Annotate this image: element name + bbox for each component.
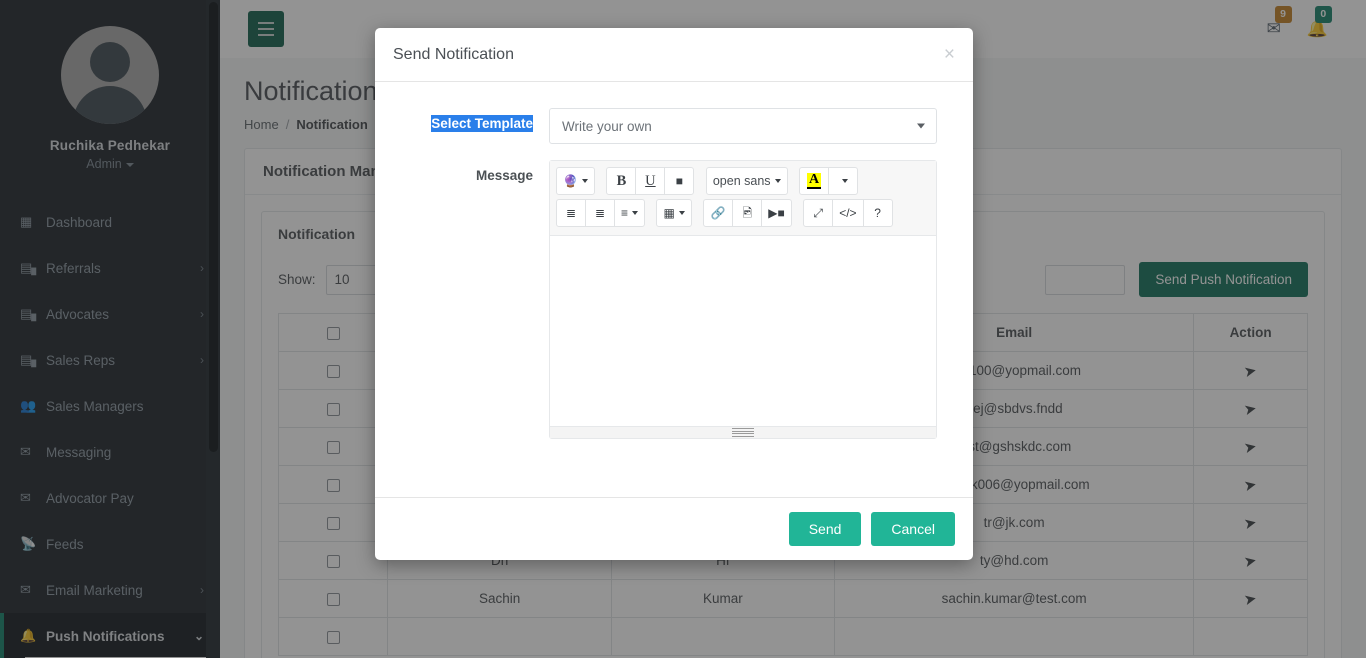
ordered-list-icon[interactable]: ≣: [585, 199, 615, 227]
modal-header: Send Notification ×: [375, 28, 973, 82]
toolbar-group-font-style: B U ■: [606, 167, 695, 195]
font-name-dropdown[interactable]: open sans: [705, 167, 788, 195]
message-label: Message: [475, 168, 533, 183]
app-root: Ruchika Pedhekar Admin ▦ Dashboard ▤▖ Re…: [0, 0, 1366, 658]
select-template-label-text: Select Template: [431, 115, 533, 132]
select-template-row: Select Template Write your own: [411, 108, 937, 144]
message-row: Message 🔮 B U ■ open sans A ≣ ≣ ≡ ▦ 🔗 🖻 …: [411, 160, 937, 439]
paragraph-align-icon[interactable]: ≡: [614, 199, 646, 227]
editor-resize-handle[interactable]: [550, 426, 936, 438]
unordered-list-icon[interactable]: ≣: [556, 199, 586, 227]
toolbar-group-color: A: [799, 167, 858, 195]
eraser-icon: ■: [675, 174, 684, 188]
send-notification-modal: Send Notification × Select Template Writ…: [375, 28, 973, 560]
recent-color-button[interactable]: A: [799, 167, 829, 195]
underline-button[interactable]: U: [635, 167, 666, 195]
chevron-down-icon: [917, 123, 925, 129]
picture-icon[interactable]: 🖻: [732, 199, 763, 227]
table-icon[interactable]: ▦: [656, 199, 692, 227]
font-color-icon: A: [806, 172, 822, 189]
bold-icon: B: [616, 172, 627, 189]
help-icon[interactable]: ?: [862, 199, 893, 227]
select-template-label: Select Template: [411, 115, 549, 132]
video-icon[interactable]: ▶■: [761, 199, 792, 227]
editor-toolbar: 🔮 B U ■ open sans A ≣ ≣ ≡ ▦ 🔗 🖻 ▶■ ⤢ </>…: [550, 161, 936, 236]
font-name-value: open sans: [712, 173, 771, 188]
toolbar-group-para: ≣ ≣ ≡: [556, 199, 646, 227]
fullscreen-icon[interactable]: ⤢: [803, 199, 834, 227]
select-template-control: Write your own: [549, 108, 937, 144]
magic-wand-icon[interactable]: 🔮: [556, 167, 595, 195]
message-editable-area[interactable]: [550, 236, 936, 426]
toolbar-group-insert: 🔗 🖻 ▶■: [703, 199, 792, 227]
close-icon[interactable]: ×: [944, 45, 955, 64]
modal-body: Select Template Write your own Message 🔮…: [375, 82, 973, 497]
toolbar-group-view: ⤢ </> ?: [803, 199, 893, 227]
toolbar-group-table: ▦: [656, 199, 692, 227]
toolbar-group-style: 🔮: [556, 167, 595, 195]
cancel-button[interactable]: Cancel: [871, 512, 955, 546]
resize-grip-icon: [732, 427, 754, 439]
chevron-down-icon: [842, 179, 848, 183]
underline-icon: U: [645, 172, 656, 189]
link-icon[interactable]: 🔗: [703, 199, 734, 227]
select-template-dropdown[interactable]: Write your own: [549, 108, 937, 144]
message-control: 🔮 B U ■ open sans A ≣ ≣ ≡ ▦ 🔗 🖻 ▶■ ⤢ </>…: [549, 160, 937, 439]
code-view-icon[interactable]: </>: [832, 199, 864, 227]
clear-formatting-button[interactable]: ■: [664, 167, 695, 195]
bold-button[interactable]: B: [606, 167, 637, 195]
select-template-value: Write your own: [562, 118, 652, 134]
modal-title: Send Notification: [393, 45, 514, 63]
send-button[interactable]: Send: [788, 512, 862, 546]
color-dropdown-button[interactable]: [828, 167, 858, 195]
toolbar-group-fontname: open sans: [705, 167, 788, 195]
summernote-editor: 🔮 B U ■ open sans A ≣ ≣ ≡ ▦ 🔗 🖻 ▶■ ⤢ </>…: [549, 160, 937, 439]
modal-footer: Send Cancel: [375, 497, 973, 560]
